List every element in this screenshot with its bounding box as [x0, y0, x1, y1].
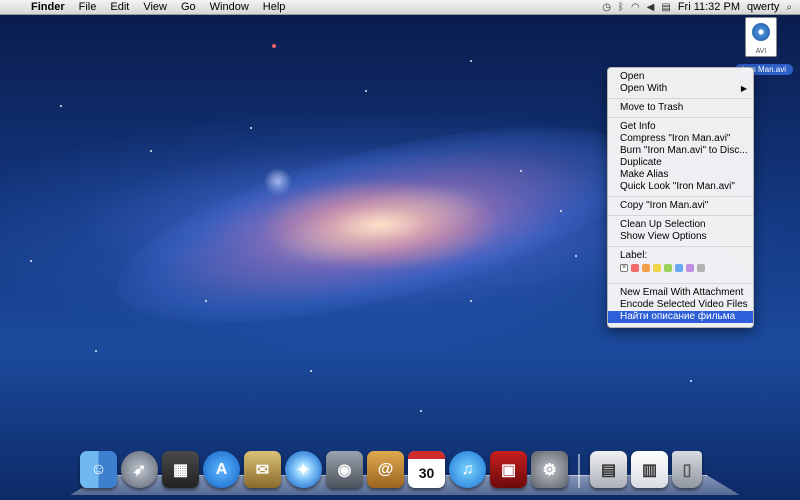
- preview-icon[interactable]: ▤: [590, 451, 627, 488]
- label-colors: ×: [608, 262, 753, 274]
- menu-item-encode-video[interactable]: Encode Selected Video Files: [608, 299, 753, 311]
- menu-window[interactable]: Window: [203, 1, 256, 13]
- facetime-icon[interactable]: ◉: [326, 451, 363, 488]
- user-menu[interactable]: qwerty: [747, 1, 779, 13]
- label-none-icon[interactable]: ×: [620, 264, 628, 272]
- status-area: ◷ ᛒ ◠ ◀ ▤ Fri 11:32 PM qwerty ⌕: [602, 1, 800, 13]
- menu-item-open-with[interactable]: Open With ▶: [608, 83, 753, 95]
- menu-item-duplicate[interactable]: Duplicate: [608, 157, 753, 169]
- label-blue[interactable]: [675, 264, 683, 272]
- menu-item-burn[interactable]: Burn "Iron Man.avi" to Disc...: [608, 145, 753, 157]
- mission-control-icon[interactable]: ▦: [162, 451, 199, 488]
- dock-separator: [578, 454, 580, 488]
- app-store-icon[interactable]: A: [203, 451, 240, 488]
- ical-icon[interactable]: 30: [408, 451, 445, 488]
- wifi-icon[interactable]: ◠: [631, 2, 640, 13]
- calendar-day: 30: [418, 464, 435, 481]
- clock[interactable]: Fri 11:32 PM: [678, 1, 740, 13]
- mail-icon[interactable]: ✉: [244, 451, 281, 488]
- menu-item-quick-look[interactable]: Quick Look "Iron Man.avi": [608, 181, 753, 193]
- bluetooth-icon[interactable]: ᛒ: [618, 2, 624, 13]
- menu-item-clean-up[interactable]: Clean Up Selection: [608, 219, 753, 231]
- label-orange[interactable]: [642, 264, 650, 272]
- menu-item-get-info[interactable]: Get Info: [608, 121, 753, 133]
- menu-separator: [608, 117, 753, 118]
- context-menu: Open Open With ▶ Move to Trash Get Info C…: [607, 67, 754, 328]
- menu-separator: [608, 98, 753, 99]
- volume-icon[interactable]: ◀: [647, 2, 655, 13]
- documents-icon[interactable]: ▥: [631, 451, 668, 488]
- label-yellow[interactable]: [653, 264, 661, 272]
- submenu-arrow-icon: ▶: [740, 84, 747, 93]
- menu-bar: Finder File Edit View Go Window Help ◷ ᛒ…: [0, 0, 800, 15]
- menu-separator: [608, 246, 753, 247]
- desktop-file-icon[interactable]: AVI: [741, 17, 779, 63]
- menu-finder[interactable]: Finder: [24, 1, 72, 13]
- menu-item-move-to-trash[interactable]: Move to Trash: [608, 102, 753, 114]
- menu-separator: [608, 215, 753, 216]
- menu-go[interactable]: Go: [174, 1, 203, 13]
- label-purple[interactable]: [686, 264, 694, 272]
- menu-help[interactable]: Help: [256, 1, 293, 13]
- menu-item-make-alias[interactable]: Make Alias: [608, 169, 753, 181]
- dock: ☺ ➶ ▦ A ✉ ✦ ◉ @ 30 ♫ ▣ ⚙ ▤ ▥ ▯: [80, 446, 702, 488]
- itunes-icon[interactable]: ♫: [449, 451, 486, 488]
- safari-icon[interactable]: ✦: [285, 451, 322, 488]
- calendar-month: [408, 451, 445, 459]
- finder-icon[interactable]: ☺: [80, 451, 117, 488]
- galaxy-wallpaper: [99, 86, 661, 364]
- menu-item-copy[interactable]: Copy "Iron Man.avi": [608, 200, 753, 212]
- avi-file-icon: AVI: [745, 17, 777, 57]
- label-gray[interactable]: [697, 264, 705, 272]
- menu-item-find-movie-description[interactable]: Найти описание фильма: [608, 311, 753, 323]
- magnifier-icon[interactable]: ⌕: [786, 2, 792, 13]
- menu-separator: [608, 196, 753, 197]
- flag-icon[interactable]: ▤: [661, 2, 670, 13]
- photo-booth-icon[interactable]: ▣: [490, 451, 527, 488]
- menu-edit[interactable]: Edit: [103, 1, 136, 13]
- label-title: Label:: [620, 250, 648, 261]
- system-preferences-icon[interactable]: ⚙: [531, 451, 568, 488]
- menu-separator: [608, 283, 753, 284]
- time-machine-icon[interactable]: ◷: [602, 2, 611, 13]
- menu-view[interactable]: View: [136, 1, 174, 13]
- trash-icon[interactable]: ▯: [672, 451, 702, 488]
- menu-item-open[interactable]: Open: [608, 71, 753, 83]
- label-red[interactable]: [631, 264, 639, 272]
- launchpad-icon[interactable]: ➶: [121, 451, 158, 488]
- menu-file[interactable]: File: [72, 1, 104, 13]
- menu-item-compress[interactable]: Compress "Iron Man.avi": [608, 133, 753, 145]
- label-green[interactable]: [664, 264, 672, 272]
- menu-item-new-email[interactable]: New Email With Attachment: [608, 287, 753, 299]
- menu-item-show-view-options[interactable]: Show View Options: [608, 231, 753, 243]
- address-book-icon[interactable]: @: [367, 451, 404, 488]
